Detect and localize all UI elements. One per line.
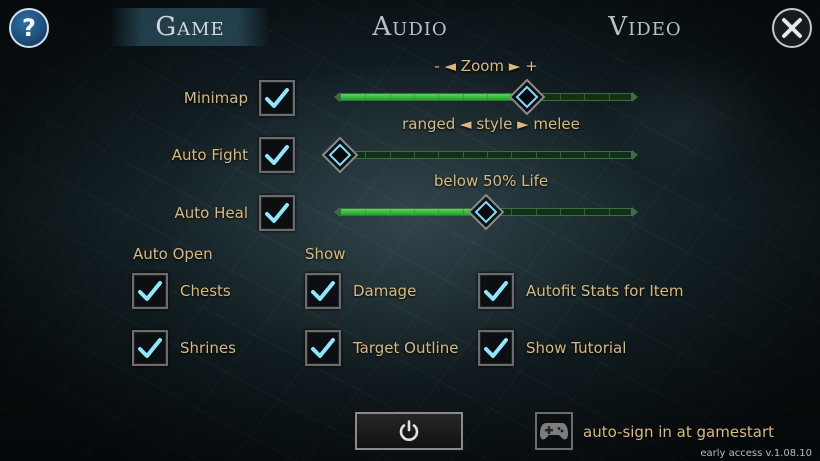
- chests-checkbox[interactable]: [132, 273, 168, 309]
- tab-game[interactable]: Game: [110, 8, 270, 46]
- chests-label: Chests: [180, 282, 231, 300]
- autofit-stats-checkbox[interactable]: [478, 273, 514, 309]
- auto-sign-in-button[interactable]: [535, 412, 573, 450]
- auto-sign-in-label: auto-sign in at gamestart: [583, 423, 775, 441]
- shrines-checkbox[interactable]: [132, 330, 168, 366]
- check-icon: [265, 88, 289, 108]
- auto-fight-checkbox[interactable]: [259, 137, 295, 173]
- style-slider-handle[interactable]: [322, 137, 358, 173]
- minimap-checkbox[interactable]: [259, 80, 295, 116]
- autofit-stats-label: Autofit Stats for Item: [526, 282, 684, 300]
- check-icon: [138, 281, 162, 301]
- slider-segment: [341, 94, 610, 100]
- show-heading: Show: [305, 245, 346, 263]
- check-icon: [265, 145, 289, 165]
- life-slider-caption: below 50% Life: [433, 172, 549, 190]
- check-icon: [311, 338, 335, 358]
- show-tutorial-label: Show Tutorial: [526, 339, 627, 357]
- target-outline-label: Target Outline: [353, 339, 459, 357]
- version-label: early access v.1.08.10: [700, 448, 812, 459]
- show-tutorial-checkbox[interactable]: [478, 330, 514, 366]
- tab-video[interactable]: Video: [565, 8, 725, 46]
- damage-checkbox[interactable]: [305, 273, 341, 309]
- style-slider-track[interactable]: [334, 150, 638, 160]
- close-button[interactable]: [772, 8, 812, 48]
- help-icon: ?: [22, 14, 36, 42]
- auto-fight-label: Auto Fight: [171, 146, 248, 164]
- tab-audio[interactable]: Audio: [330, 8, 490, 46]
- gamepad-icon: [540, 423, 568, 440]
- help-button[interactable]: ?: [9, 8, 49, 48]
- zoom-slider-track[interactable]: [334, 92, 638, 102]
- zoom-slider-caption: - ◄ Zoom ► +: [434, 57, 538, 75]
- target-outline-checkbox[interactable]: [305, 330, 341, 366]
- check-icon: [138, 338, 162, 358]
- power-icon: [399, 420, 419, 441]
- minimap-label: Minimap: [183, 89, 248, 107]
- check-icon: [484, 281, 508, 301]
- shrines-label: Shrines: [180, 339, 236, 357]
- check-icon: [265, 203, 289, 223]
- life-slider-handle[interactable]: [468, 194, 504, 230]
- damage-label: Damage: [353, 282, 417, 300]
- slider-segment: [341, 152, 610, 158]
- style-slider-caption: ranged ◄ style ► melee: [402, 115, 580, 133]
- zoom-slider-handle[interactable]: [509, 79, 545, 115]
- auto-heal-checkbox[interactable]: [259, 195, 295, 231]
- quit-button[interactable]: [355, 412, 463, 450]
- check-icon: [311, 281, 335, 301]
- auto-heal-label: Auto Heal: [174, 204, 248, 222]
- auto-open-heading: Auto Open: [133, 245, 213, 263]
- check-icon: [484, 338, 508, 358]
- close-icon: [782, 18, 802, 38]
